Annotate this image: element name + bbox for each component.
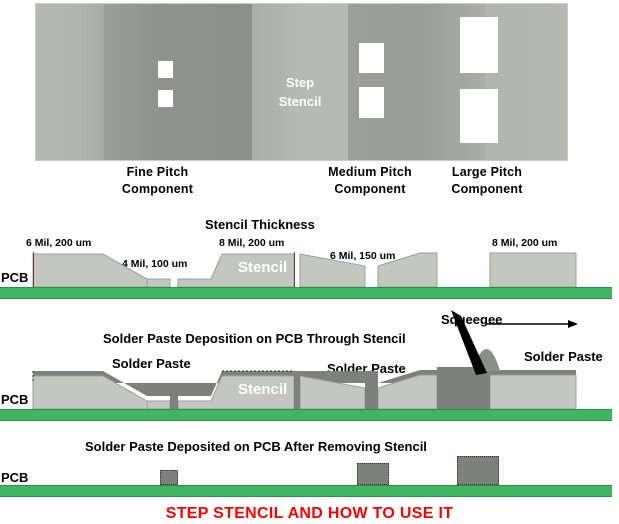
caption-fine-pitch-line2: Component xyxy=(121,182,194,196)
stencil-segment-left-dep xyxy=(32,375,148,410)
right-arrow-icon xyxy=(568,320,578,328)
row-paste-deposited: Solder Paste Deposited on PCB After Remo… xyxy=(0,432,619,497)
aperture-fill-medium xyxy=(365,371,378,409)
row-stencil-thickness: Stencil Thickness 6 Mil, 200 um 4 Mil, 1… xyxy=(0,215,619,300)
stencil-segment-ramp-dep xyxy=(377,374,438,410)
caption-large-pitch-line2: Component xyxy=(451,182,523,196)
caption-fine-pitch-line1: Fine Pitch xyxy=(126,165,189,179)
step-stencil-overlay-line1: Step xyxy=(285,75,315,90)
caption-medium-pitch-line1: Medium Pitch xyxy=(328,165,412,179)
aperture-fine-1 xyxy=(158,61,173,78)
squeegee-blade xyxy=(451,310,487,375)
deposited-paste-large xyxy=(457,456,499,485)
stencil-body-label-deposition: Stencil xyxy=(238,381,288,398)
deposited-paste-medium xyxy=(357,463,389,485)
pcb-board-deposition xyxy=(0,409,612,421)
band-light-left xyxy=(36,4,104,160)
row-solder-paste-deposition: Solder Paste Deposition on PCB Through S… xyxy=(0,305,619,421)
aperture-medium-1 xyxy=(359,43,384,73)
stencil-segment-step-down xyxy=(299,253,366,288)
pcb-label-deposited: PCB xyxy=(1,470,29,485)
aperture-large-2 xyxy=(460,89,498,143)
caption-medium-pitch-line2: Component xyxy=(334,182,406,196)
band-dark-fine xyxy=(104,4,252,160)
pcb-label-deposition: PCB xyxy=(1,392,29,407)
stencil-segment-ramp xyxy=(377,252,438,288)
stencil-segment-right xyxy=(489,252,577,288)
aperture-fine-2 xyxy=(158,90,173,107)
stencil-segment-step-thin-dep xyxy=(146,400,171,410)
stencil-segment-right-dep xyxy=(489,374,577,410)
deposition-profile-svg xyxy=(32,310,578,410)
aperture-medium-2 xyxy=(359,87,384,118)
step-stencil-diagram: Step Stencil Fine Pitch Component Medium… xyxy=(0,0,619,524)
aperture-fill-2 xyxy=(294,371,300,409)
stencil-photo-panel: Step Stencil xyxy=(35,3,568,161)
deposited-paste-fine xyxy=(160,470,178,485)
step-stencil-overlay-line2: Stencil xyxy=(278,94,322,109)
figure-bottom-title: STEP STENCIL AND HOW TO USE IT xyxy=(165,505,454,522)
aperture-fill-fine xyxy=(170,383,178,409)
stencil-body-label: Stencil xyxy=(238,259,288,276)
pcb-board-deposited xyxy=(0,485,612,497)
stencil-segment-step-thin xyxy=(146,278,171,288)
pcb-label-thickness: PCB xyxy=(1,270,29,285)
aperture-large-1 xyxy=(460,17,498,73)
caption-large-pitch-line1: Large Pitch xyxy=(451,165,523,179)
pcb-board-thickness xyxy=(0,287,612,299)
stencil-segment-left xyxy=(32,253,148,288)
deposited-title: Solder Paste Deposited on PCB After Remo… xyxy=(85,439,427,454)
